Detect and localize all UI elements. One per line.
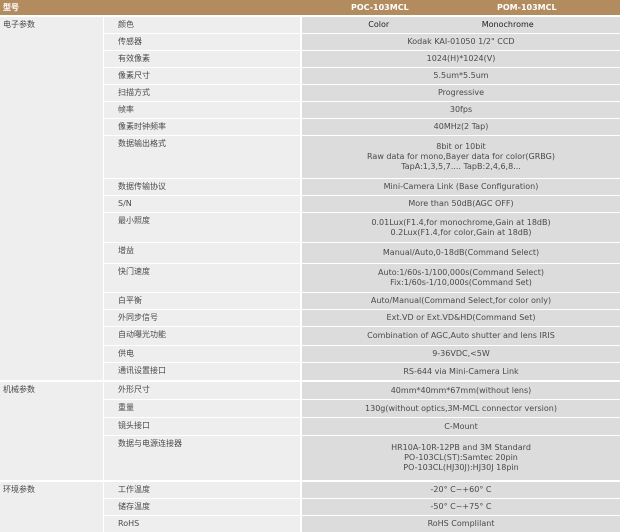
spec-value: 0.01Lux(F1.4,for monochrome,Gain at 18dB… bbox=[302, 212, 620, 242]
spec-value: Mini-Camera Link (Base Configuration) bbox=[302, 178, 620, 195]
spec-label: 像素时钟频率 bbox=[118, 122, 166, 131]
spec-row-rohs: RoHS RoHS Complilant bbox=[104, 515, 620, 532]
spec-row-shutter: 快门速度 Auto:1/60s-1/100,000s(Command Selec… bbox=[104, 263, 620, 292]
spec-value: 130g(without optics,3M-MCL connector ver… bbox=[302, 399, 620, 417]
spec-value: 40mm*40mm*67mm(without lens) bbox=[302, 381, 620, 399]
spec-value: Kodak KAI-01050 1/2" CCD bbox=[302, 33, 620, 50]
spec-value: Ext.VD or Ext.VD&HD(Command Set) bbox=[302, 309, 620, 326]
spec-label: 数据输出格式 bbox=[118, 139, 166, 148]
spec-label: S/N bbox=[118, 199, 132, 208]
spec-label: 最小照度 bbox=[118, 216, 150, 225]
spec-row-color: 颜色 Color Monochrome bbox=[104, 16, 620, 33]
spec-value: RS-644 via Mini-Camera Link bbox=[302, 362, 620, 380]
spec-value: -50° C~+75° C bbox=[302, 498, 620, 515]
group-mechanical: 机械参数 bbox=[0, 381, 103, 480]
spec-label: 外形尺寸 bbox=[118, 385, 150, 394]
spec-row-output-format: 数据输出格式 8bit or 10bit Raw data for mono,B… bbox=[104, 135, 620, 178]
header-model-label: 型号 bbox=[3, 3, 19, 12]
spec-row-connector: 数据与电源连接器 HR10A-10R-12PB and 3M Standard … bbox=[104, 435, 620, 480]
spec-row-gain: 增益 Manual/Auto,0-18dB(Command Select) bbox=[104, 242, 620, 263]
header-pom-model: POM-103MCL bbox=[497, 3, 557, 12]
spec-row-pixel-size: 像素尺寸 5.5um*5.5um bbox=[104, 67, 620, 84]
spec-row-operating-temp: 工作温度 -20° C~+60° C bbox=[104, 481, 620, 498]
spec-label: RoHS bbox=[118, 519, 140, 528]
spec-row-comm-interface: 通讯设置接口 RS-644 via Mini-Camera Link bbox=[104, 362, 620, 380]
spec-value: 1024(H)*1024(V) bbox=[302, 50, 620, 67]
spec-label: 供电 bbox=[118, 349, 134, 358]
spec-value: More than 50dB(AGC OFF) bbox=[302, 195, 620, 212]
spec-row-dimensions: 外形尺寸 40mm*40mm*67mm(without lens) bbox=[104, 381, 620, 399]
spec-label: 数据与电源连接器 bbox=[118, 439, 182, 448]
spec-row-protocol: 数据传输协议 Mini-Camera Link (Base Configurat… bbox=[104, 178, 620, 195]
spec-value: RoHS Complilant bbox=[302, 515, 620, 532]
spec-value: Combination of AGC,Auto shutter and lens… bbox=[302, 326, 620, 345]
spec-row-frame-rate: 帧率 30fps bbox=[104, 101, 620, 118]
spec-row-sn: S/N More than 50dB(AGC OFF) bbox=[104, 195, 620, 212]
spec-label: 白平衡 bbox=[118, 296, 142, 305]
mono-variant: Monochrome bbox=[481, 20, 534, 29]
spec-value: Manual/Auto,0-18dB(Command Select) bbox=[302, 242, 620, 263]
spec-label: 快门速度 bbox=[118, 267, 150, 276]
group-environment: 环境参数 bbox=[0, 481, 103, 532]
table-header: 型号 POC-103MCL POM-103MCL bbox=[0, 0, 620, 15]
spec-row-power: 供电 9-36VDC,<5W bbox=[104, 345, 620, 362]
header-poc-model: POC-103MCL bbox=[351, 3, 409, 12]
color-variant: Color bbox=[368, 20, 390, 29]
group-electronic: 电子参数 bbox=[0, 16, 103, 380]
spec-value: 9-36VDC,<5W bbox=[302, 345, 620, 362]
spec-value: 30fps bbox=[302, 101, 620, 118]
spec-row-sensor: 传感器 Kodak KAI-01050 1/2" CCD bbox=[104, 33, 620, 50]
spec-value: -20° C~+60° C bbox=[302, 481, 620, 498]
spec-row-storage-temp: 储存温度 -50° C~+75° C bbox=[104, 498, 620, 515]
group-environment-label: 环境参数 bbox=[3, 485, 35, 494]
spec-label: 储存温度 bbox=[118, 502, 150, 511]
spec-row-lens-mount: 镜头接口 C-Mount bbox=[104, 417, 620, 435]
spec-row-ext-sync: 外同步信号 Ext.VD or Ext.VD&HD(Command Set) bbox=[104, 309, 620, 326]
group-mechanical-label: 机械参数 bbox=[3, 385, 35, 394]
spec-row-min-illumination: 最小照度 0.01Lux(F1.4,for monochrome,Gain at… bbox=[104, 212, 620, 242]
spec-row-scan: 扫描方式 Progressive bbox=[104, 84, 620, 101]
spec-label: 增益 bbox=[118, 246, 134, 255]
spec-value: Auto/Manual(Command Select,for color onl… bbox=[302, 292, 620, 309]
spec-label: 颜色 bbox=[118, 20, 134, 29]
spec-label: 像素尺寸 bbox=[118, 71, 150, 80]
spec-label: 帧率 bbox=[118, 105, 134, 114]
spec-label: 镜头接口 bbox=[118, 421, 150, 430]
spec-label: 有效像素 bbox=[118, 54, 150, 63]
spec-value: Progressive bbox=[302, 84, 620, 101]
spec-row-weight: 重量 130g(without optics,3M-MCL connector … bbox=[104, 399, 620, 417]
spec-label: 工作温度 bbox=[118, 485, 150, 494]
spec-label: 自动曝光功能 bbox=[118, 330, 166, 339]
group-electronic-label: 电子参数 bbox=[3, 20, 35, 29]
spec-sheet: 型号 POC-103MCL POM-103MCL 电子参数 机械参数 环境参数 … bbox=[0, 0, 620, 532]
spec-label: 扫描方式 bbox=[118, 88, 150, 97]
spec-value: C-Mount bbox=[302, 417, 620, 435]
spec-row-pixels: 有效像素 1024(H)*1024(V) bbox=[104, 50, 620, 67]
spec-label: 数据传输协议 bbox=[118, 182, 166, 191]
spec-row-pixel-clock: 像素时钟频率 40MHz(2 Tap) bbox=[104, 118, 620, 135]
spec-value: Auto:1/60s-1/100,000s(Command Select) Fi… bbox=[302, 263, 620, 292]
spec-label: 通讯设置接口 bbox=[118, 366, 166, 375]
spec-row-auto-exposure: 自动曝光功能 Combination of AGC,Auto shutter a… bbox=[104, 326, 620, 345]
spec-row-white-balance: 白平衡 Auto/Manual(Command Select,for color… bbox=[104, 292, 620, 309]
spec-value: 40MHz(2 Tap) bbox=[302, 118, 620, 135]
spec-label: 外同步信号 bbox=[118, 313, 158, 322]
spec-label: 传感器 bbox=[118, 37, 142, 46]
spec-value: 5.5um*5.5um bbox=[302, 67, 620, 84]
spec-label: 重量 bbox=[118, 403, 134, 412]
spec-value: 8bit or 10bit Raw data for mono,Bayer da… bbox=[302, 135, 620, 178]
spec-value: HR10A-10R-12PB and 3M Standard PO-103CL(… bbox=[302, 435, 620, 480]
